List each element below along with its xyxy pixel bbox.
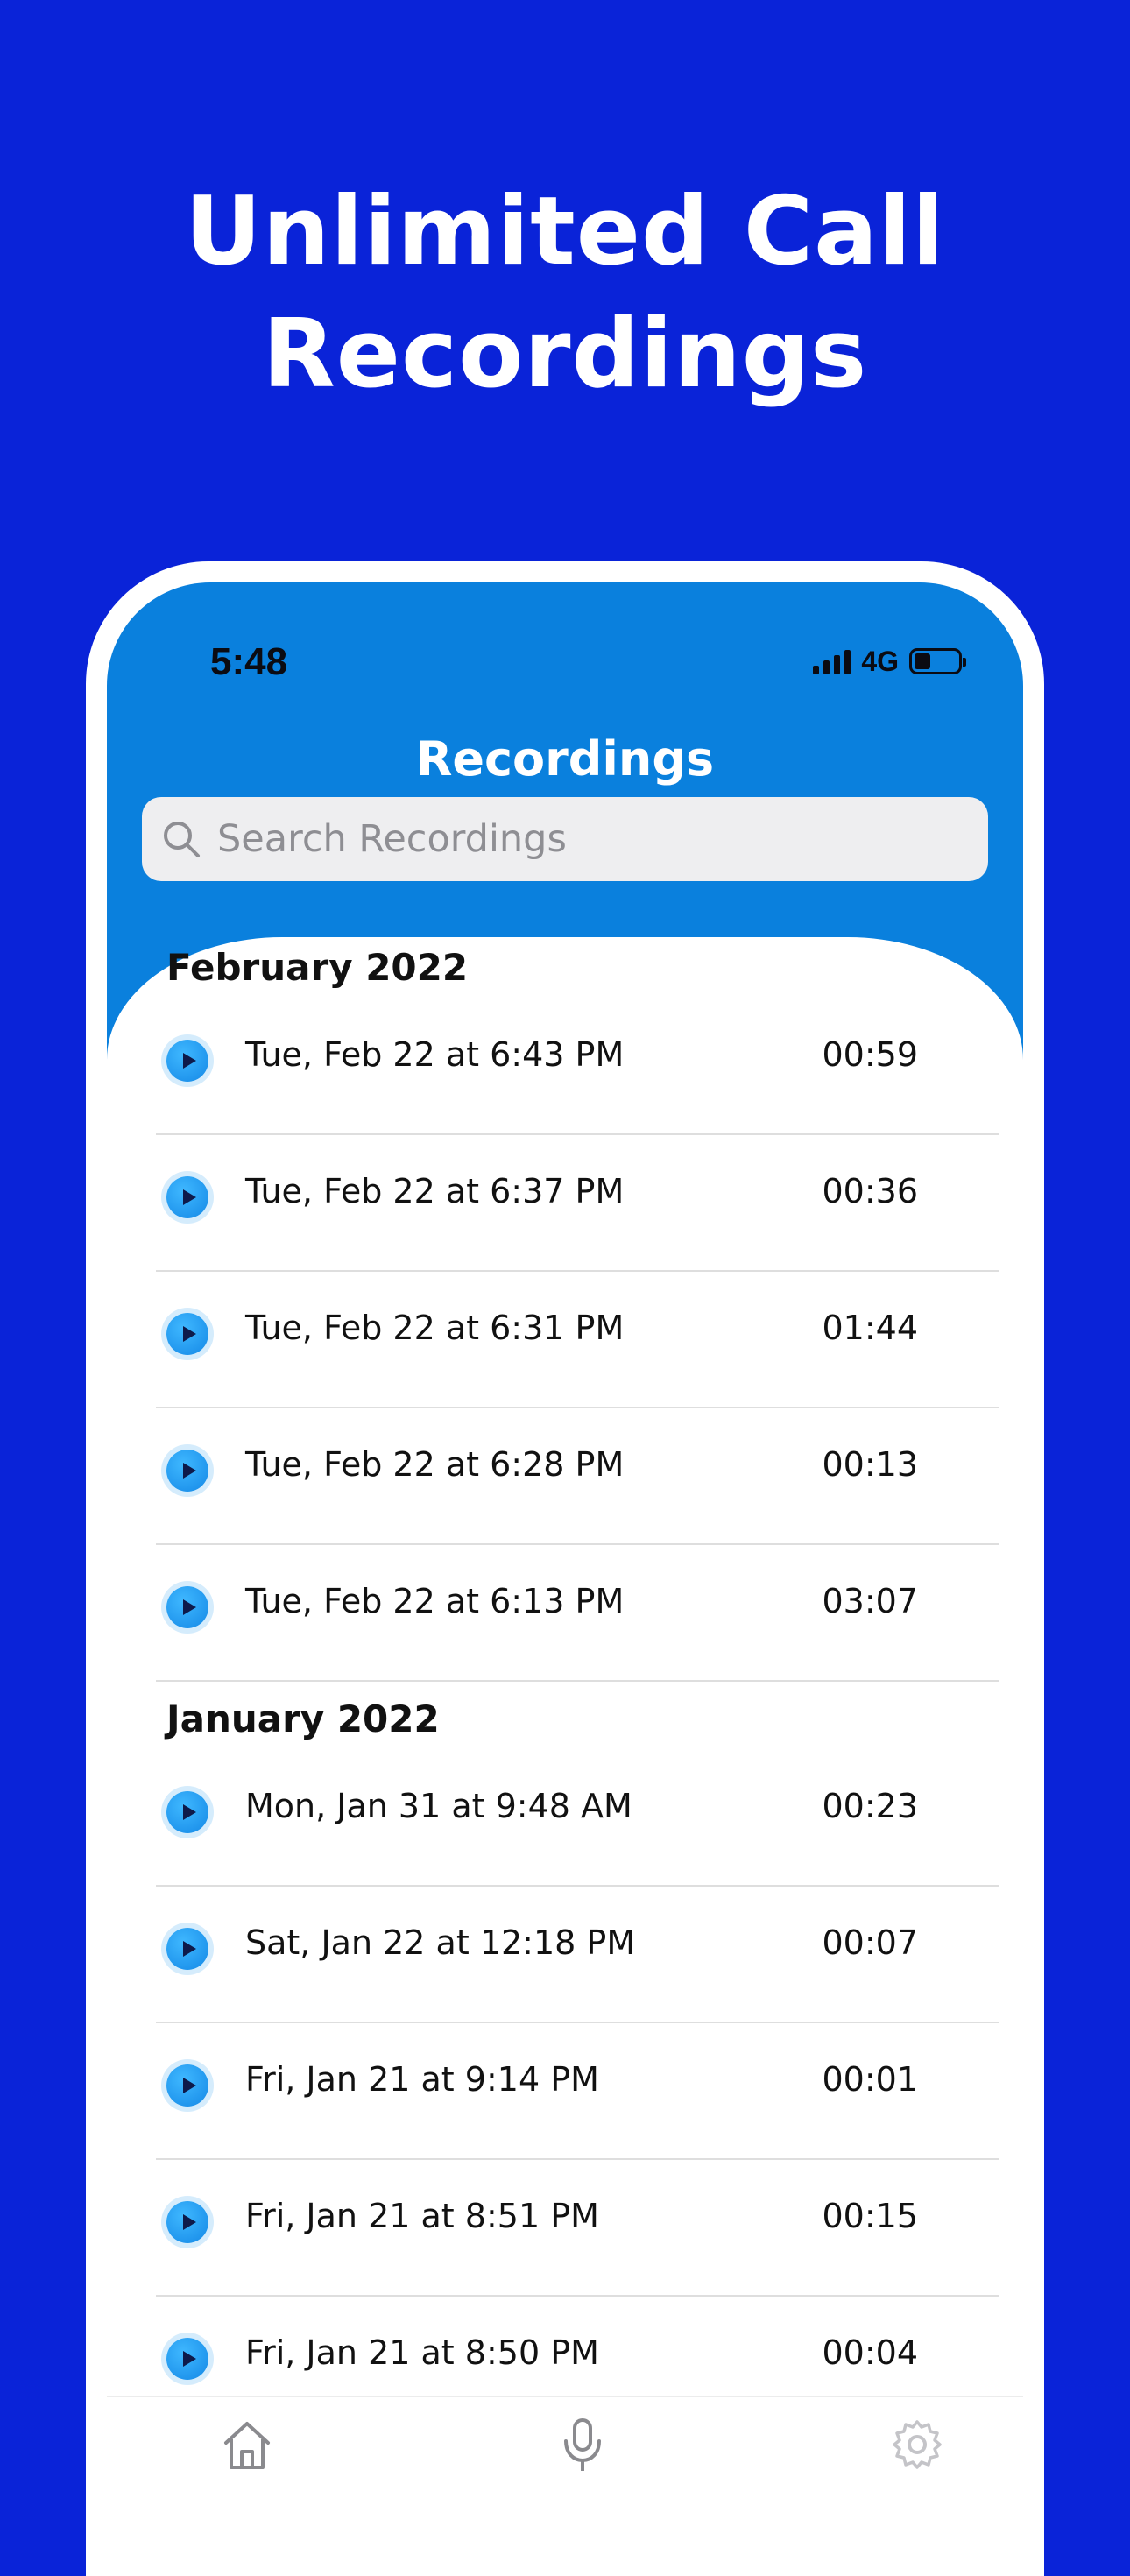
recordings-list: February 2022 Tue, Feb 22 at 6:43 PM 00:…: [107, 937, 1023, 2576]
gear-icon: [893, 2420, 942, 2469]
search-bar[interactable]: [142, 797, 988, 881]
signal-icon: [813, 648, 851, 674]
recording-date: Tue, Feb 22 at 6:28 PM: [245, 1445, 625, 1484]
play-icon[interactable]: [166, 2201, 208, 2243]
tab-settings[interactable]: [882, 2417, 952, 2487]
recording-date: Sat, Jan 22 at 12:18 PM: [245, 1923, 636, 1962]
recording-duration: 00:13: [822, 1445, 918, 1484]
recording-date: Fri, Jan 21 at 8:51 PM: [245, 2197, 599, 2235]
recording-date: Tue, Feb 22 at 6:31 PM: [245, 1309, 625, 1347]
play-icon[interactable]: [166, 2338, 208, 2380]
recording-date: Fri, Jan 21 at 8:50 PM: [245, 2333, 599, 2372]
recording-duration: 00:01: [822, 2060, 918, 2099]
list-item[interactable]: Tue, Feb 22 at 6:37 PM 00:36: [156, 1135, 999, 1272]
recording-date: Fri, Jan 21 at 9:14 PM: [245, 2060, 599, 2099]
list-item[interactable]: Sat, Jan 22 at 12:18 PM 00:07: [156, 1887, 999, 2023]
microphone-icon: [564, 2418, 601, 2471]
recording-date: Tue, Feb 22 at 6:37 PM: [245, 1172, 625, 1210]
tab-bar: [107, 2396, 1023, 2502]
screen-title: Recordings: [415, 731, 715, 787]
list-item[interactable]: Tue, Feb 22 at 6:28 PM 00:13: [156, 1408, 999, 1545]
recording-duration: 01:44: [822, 1309, 918, 1347]
recording-date: Tue, Feb 22 at 6:43 PM: [245, 1035, 625, 1074]
recording-duration: 00:59: [822, 1035, 918, 1074]
recording-duration: 00:23: [822, 1787, 918, 1825]
recording-duration: 03:07: [822, 1582, 918, 1620]
section-header-january: January 2022: [166, 1697, 440, 1740]
list-item[interactable]: Fri, Jan 21 at 8:51 PM 00:15: [156, 2160, 999, 2297]
play-icon[interactable]: [166, 1040, 208, 1082]
list-item[interactable]: Tue, Feb 22 at 6:13 PM 03:07: [156, 1545, 999, 1682]
recording-duration: 00:15: [822, 2197, 918, 2235]
status-indicators: 4G: [813, 644, 966, 679]
headline: Unlimited Call Recordings: [0, 171, 1130, 416]
network-type: 4G: [861, 645, 899, 677]
tab-recordings[interactable]: [547, 2417, 618, 2487]
home-icon: [224, 2422, 270, 2469]
play-icon[interactable]: [166, 2064, 208, 2107]
recording-duration: 00:07: [822, 1923, 918, 1962]
recording-duration: 00:04: [822, 2333, 918, 2372]
play-icon[interactable]: [166, 1791, 208, 1833]
list-item[interactable]: Tue, Feb 22 at 6:43 PM 00:59: [156, 999, 999, 1135]
list-item[interactable]: Mon, Jan 31 at 9:48 AM 00:23: [156, 1750, 999, 1887]
recording-date: Mon, Jan 31 at 9:48 AM: [245, 1787, 632, 1825]
play-icon[interactable]: [166, 1313, 208, 1355]
battery-icon: [909, 648, 966, 674]
recording-date: Tue, Feb 22 at 6:13 PM: [245, 1582, 625, 1620]
section-header-february: February 2022: [166, 946, 469, 989]
headline-line-1: Unlimited Call: [184, 177, 946, 286]
play-icon[interactable]: [166, 1586, 208, 1628]
recording-duration: 00:36: [822, 1172, 918, 1210]
search-input[interactable]: [215, 816, 937, 862]
tab-home[interactable]: [212, 2417, 282, 2487]
play-icon[interactable]: [166, 1928, 208, 1970]
play-icon[interactable]: [166, 1450, 208, 1492]
phone-screen: 5:48 4G Recordings February 2022 Tue, Fe…: [107, 582, 1023, 2576]
list-item[interactable]: Fri, Jan 21 at 9:14 PM 00:01: [156, 2023, 999, 2160]
status-time: 5:48: [210, 640, 288, 683]
phone-frame: 5:48 4G Recordings February 2022 Tue, Fe…: [86, 561, 1044, 2576]
play-icon[interactable]: [166, 1176, 208, 1218]
list-item[interactable]: Tue, Feb 22 at 6:31 PM 01:44: [156, 1272, 999, 1408]
headline-line-2: Recordings: [262, 300, 868, 409]
search-icon: [164, 822, 200, 857]
